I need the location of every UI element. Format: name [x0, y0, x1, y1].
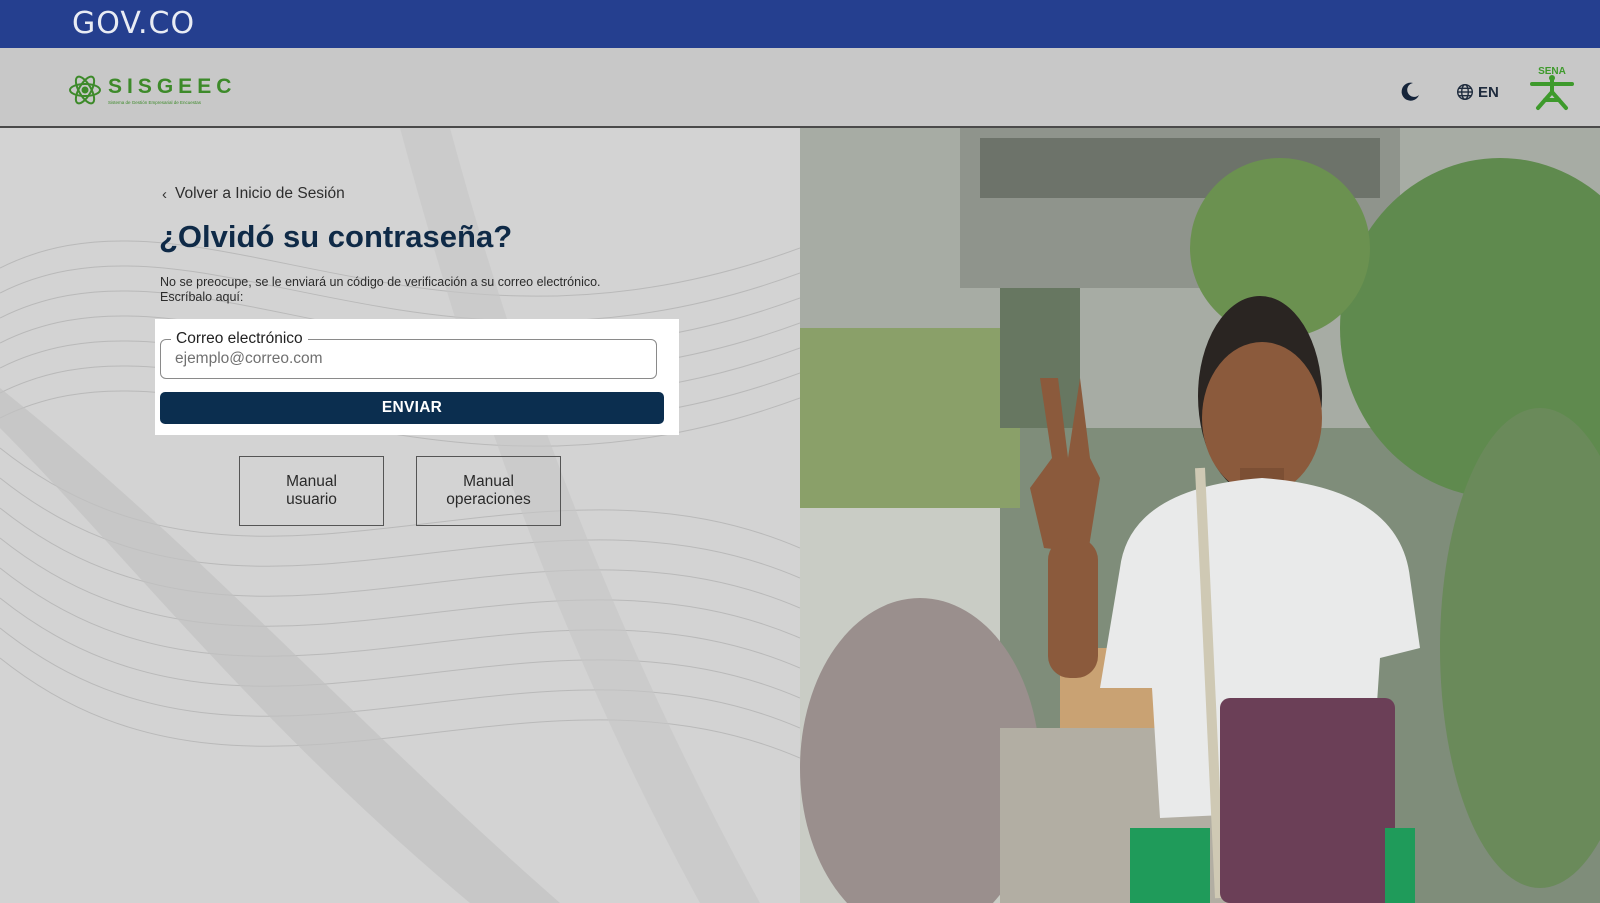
- moon-icon: [1401, 82, 1419, 101]
- back-to-login-label: Volver a Inicio de Sesión: [175, 185, 345, 202]
- user-manual-button[interactable]: Manual usuario: [239, 456, 384, 526]
- sena-logo[interactable]: SENA: [1526, 64, 1578, 112]
- email-field-label: Correo electrónico: [171, 330, 308, 348]
- language-label: EN: [1478, 83, 1499, 101]
- app-header: SISGEEC Sistema de Gestión Empresarial d…: [0, 48, 1600, 128]
- email-input[interactable]: [175, 348, 635, 370]
- page-description: No se preocupe, se le enviará un código …: [160, 275, 601, 304]
- student-photo-illustration: [800, 128, 1600, 903]
- atom-logo-icon: [69, 75, 101, 105]
- brand-subtitle: Sistema de Gestión Empresarial de Encues…: [108, 99, 202, 105]
- gov-co-bar: GOV.CO: [0, 0, 1600, 48]
- sena-logo-mark: SENA: [1530, 66, 1574, 110]
- email-field: Correo electrónico: [160, 330, 657, 379]
- chevron-left-icon: ‹: [162, 185, 167, 203]
- back-to-login-link[interactable]: ‹ Volver a Inicio de Sesión: [162, 185, 345, 203]
- globe-icon: [1456, 83, 1474, 101]
- gov-co-logo-text: GOV.CO: [72, 6, 196, 41]
- user-manual-line1: Manual: [286, 473, 337, 490]
- sisgeec-logo[interactable]: SISGEEC Sistema de Gestión Empresarial d…: [68, 70, 236, 110]
- hero-photo: [800, 128, 1600, 903]
- language-switch-button[interactable]: EN: [1456, 80, 1499, 104]
- operations-manual-button[interactable]: Manual operaciones: [416, 456, 561, 526]
- operations-manual-line2: operaciones: [446, 491, 531, 508]
- gov-co-logo[interactable]: GOV.CO: [72, 6, 195, 41]
- theme-toggle-button[interactable]: [1398, 80, 1422, 104]
- page-title: ¿Olvidó su contraseña?: [159, 219, 513, 254]
- send-button[interactable]: ENVIAR: [160, 392, 664, 424]
- brand-name: SISGEEC: [108, 74, 237, 98]
- forgot-password-form: Correo electrónico ENVIAR: [155, 319, 679, 435]
- user-manual-line2: usuario: [286, 491, 337, 508]
- operations-manual-line1: Manual: [463, 473, 514, 490]
